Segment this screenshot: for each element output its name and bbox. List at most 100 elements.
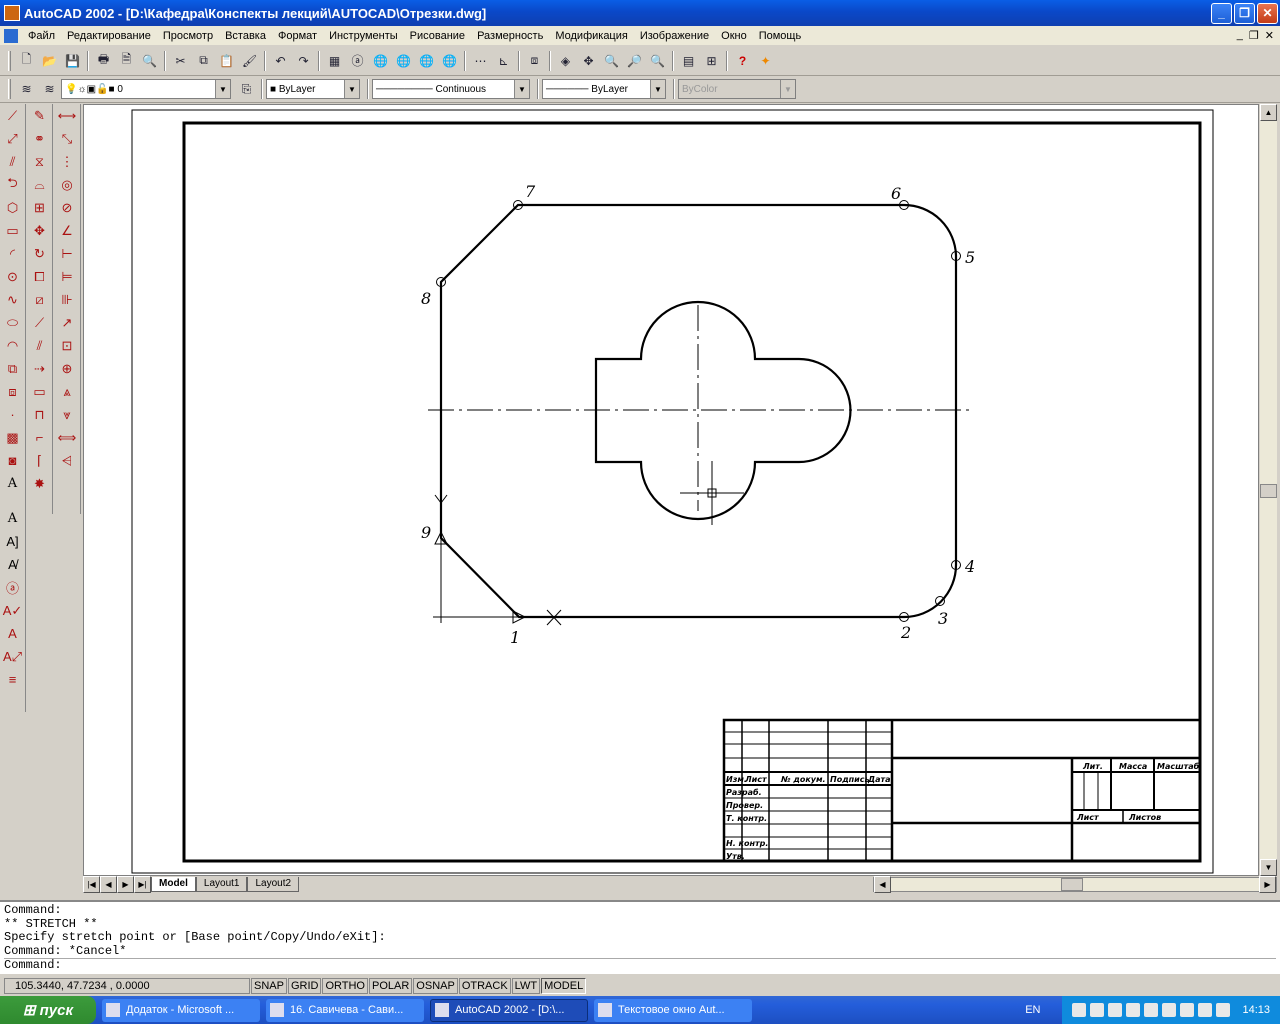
mtext-icon[interactable]: A xyxy=(1,472,24,495)
doc-minimize-button[interactable]: _ xyxy=(1237,29,1243,42)
tab-layout1[interactable]: Layout1 xyxy=(195,877,248,892)
paste-icon[interactable]: 📋 xyxy=(215,50,238,72)
language-indicator[interactable]: EN xyxy=(1025,1004,1040,1016)
chevron-down-icon[interactable]: ▼ xyxy=(514,80,529,98)
drawing-canvas[interactable]: 1 2 3 4 5 6 7 8 9 Изм. Лист № докум. Под… xyxy=(83,104,1259,876)
find-replace-icon[interactable]: ⓐ xyxy=(1,576,24,599)
start-button[interactable]: ⊞ пуск xyxy=(0,996,96,1024)
copy-object-icon[interactable]: ⚭ xyxy=(28,127,51,150)
aligned-dim-icon[interactable]: ⤡ xyxy=(56,127,79,150)
menu-view[interactable]: Просмотр xyxy=(157,30,219,42)
hyperlink-icon[interactable]: ⓐ xyxy=(346,50,369,72)
menu-help[interactable]: Помощь xyxy=(753,30,808,42)
ortho-toggle[interactable]: ORTHO xyxy=(322,978,368,994)
vertical-scrollbar[interactable]: ▲ ▼ xyxy=(1260,104,1277,876)
tray-icon[interactable] xyxy=(1180,1003,1195,1017)
tray-icon[interactable] xyxy=(1090,1003,1105,1017)
undo-icon[interactable]: ↶ xyxy=(269,50,292,72)
erase-icon[interactable]: ✎ xyxy=(28,104,51,127)
lineweight-select[interactable]: ────── ByLayer ▼ xyxy=(542,79,666,99)
radius-dim-icon[interactable]: ◎ xyxy=(56,173,79,196)
continue-dim-icon[interactable]: ⊪ xyxy=(56,288,79,311)
tolerance-icon[interactable]: ⊡ xyxy=(56,334,79,357)
make-block-icon[interactable]: ⧈ xyxy=(1,380,24,403)
redo-icon[interactable]: ↷ xyxy=(292,50,315,72)
help-icon[interactable]: ? xyxy=(731,50,754,72)
menu-insert[interactable]: Вставка xyxy=(219,30,272,42)
dim-text-edit-icon[interactable]: ⩔ xyxy=(56,403,79,426)
task-text-window[interactable]: Текстовое окно Aut... xyxy=(594,998,752,1022)
scroll-up-icon[interactable]: ▲ xyxy=(1260,104,1277,121)
tray-icon[interactable] xyxy=(1072,1003,1087,1017)
text-icon[interactable]: A xyxy=(1,507,24,530)
scroll-thumb[interactable] xyxy=(1260,484,1277,498)
first-tab-icon[interactable]: |◀ xyxy=(83,876,100,893)
doc-restore-button[interactable]: ❐ xyxy=(1249,29,1259,42)
text-style-icon[interactable]: A xyxy=(1,622,24,645)
tab-layout2[interactable]: Layout2 xyxy=(247,877,300,892)
scroll-down-icon[interactable]: ▼ xyxy=(1260,859,1277,876)
fillet-icon[interactable]: ⌈ xyxy=(28,449,51,472)
linetype-select[interactable]: ──────── Continuous ▼ xyxy=(372,79,530,99)
stretch-icon[interactable]: ⧄ xyxy=(28,288,51,311)
polyline-icon[interactable]: ⮌ xyxy=(1,173,24,196)
grid-toggle[interactable]: GRID xyxy=(287,978,322,994)
menu-tools[interactable]: Инструменты xyxy=(323,30,404,42)
menu-file[interactable]: Файл xyxy=(22,30,61,42)
task-word[interactable]: Додаток - Microsoft ... xyxy=(102,998,260,1022)
circle-icon[interactable]: ⊙ xyxy=(1,265,24,288)
lwt-toggle[interactable]: LWT xyxy=(511,978,541,994)
hscroll-thumb[interactable] xyxy=(1061,878,1083,891)
offset-icon[interactable]: ⌓ xyxy=(28,173,51,196)
make-object-layer-current-icon[interactable]: ≋ xyxy=(38,78,61,100)
cut-icon[interactable]: ✂ xyxy=(169,50,192,72)
open-file-icon[interactable]: 📂 xyxy=(38,50,61,72)
tray-icon[interactable] xyxy=(1198,1003,1213,1017)
pan-realtime-icon[interactable]: ✥ xyxy=(577,50,600,72)
spell-icon[interactable]: A✓ xyxy=(1,599,24,622)
ellipse-icon[interactable]: ⬭ xyxy=(1,311,24,334)
design-center-icon[interactable]: ▦ xyxy=(323,50,346,72)
adcenter-icon[interactable]: ⊞ xyxy=(700,50,723,72)
clock[interactable]: 14:13 xyxy=(1242,1004,1270,1016)
layers-web-icon[interactable]: 🌐 xyxy=(415,50,438,72)
ellipse-arc-icon[interactable]: ◠ xyxy=(1,334,24,357)
layer-select[interactable]: 💡☼▣🔓■ 0 ▼ xyxy=(61,79,231,99)
move-icon[interactable]: ✥ xyxy=(28,219,51,242)
chamfer-icon[interactable]: ⌐ xyxy=(28,426,51,449)
properties-icon[interactable]: ▤ xyxy=(677,50,700,72)
point-icon[interactable]: · xyxy=(1,403,24,426)
model-toggle[interactable]: MODEL xyxy=(541,978,587,994)
print-icon[interactable]: 🖶 xyxy=(92,50,115,72)
zoom-realtime-icon[interactable]: 🔍 xyxy=(600,50,623,72)
construction-line-icon[interactable]: ⤢ xyxy=(1,127,24,150)
drawing-svg[interactable]: 1 2 3 4 5 6 7 8 9 Изм. Лист № докум. Под… xyxy=(84,105,1260,877)
menu-format[interactable]: Формат xyxy=(272,30,323,42)
prev-tab-icon[interactable]: ◀ xyxy=(100,876,117,893)
snap-toggle[interactable]: SNAP xyxy=(251,978,287,994)
command-input-line[interactable]: Command: xyxy=(4,958,1276,972)
scale-icon[interactable]: ⧠ xyxy=(28,265,51,288)
layer-manager-icon[interactable]: ≋ xyxy=(15,78,38,100)
rectangle-icon[interactable]: ▭ xyxy=(1,219,24,242)
polar-toggle[interactable]: POLAR xyxy=(369,978,413,994)
restore-button[interactable]: ❐ xyxy=(1234,2,1255,24)
osnap-toggle[interactable]: OSNAP xyxy=(413,978,458,994)
dim-edit-icon[interactable]: ⩓ xyxy=(56,380,79,403)
justify-text-icon[interactable]: ≡ xyxy=(1,668,24,691)
ordinate-dim-icon[interactable]: ⋮ xyxy=(56,150,79,173)
otrack-toggle[interactable]: OTRACK xyxy=(458,978,511,994)
line-icon[interactable]: ⟋ xyxy=(1,104,24,127)
new-file-icon[interactable]: 🗋 xyxy=(15,50,38,72)
chevron-down-icon[interactable]: ▼ xyxy=(650,80,665,98)
multiline-icon[interactable]: ⫽ xyxy=(1,150,24,173)
tab-model[interactable]: Model xyxy=(151,877,196,892)
array-icon[interactable]: ⊞ xyxy=(28,196,51,219)
last-tab-icon[interactable]: ▶| xyxy=(134,876,151,893)
autocad-app-icon[interactable] xyxy=(4,5,20,21)
menu-draw[interactable]: Рисование xyxy=(404,30,471,42)
explode-icon[interactable]: ✸ xyxy=(28,472,51,495)
ucs-icon[interactable]: ⊾ xyxy=(492,50,515,72)
edit-text-icon[interactable]: A̸ xyxy=(1,553,24,576)
tray-icon[interactable] xyxy=(1144,1003,1159,1017)
